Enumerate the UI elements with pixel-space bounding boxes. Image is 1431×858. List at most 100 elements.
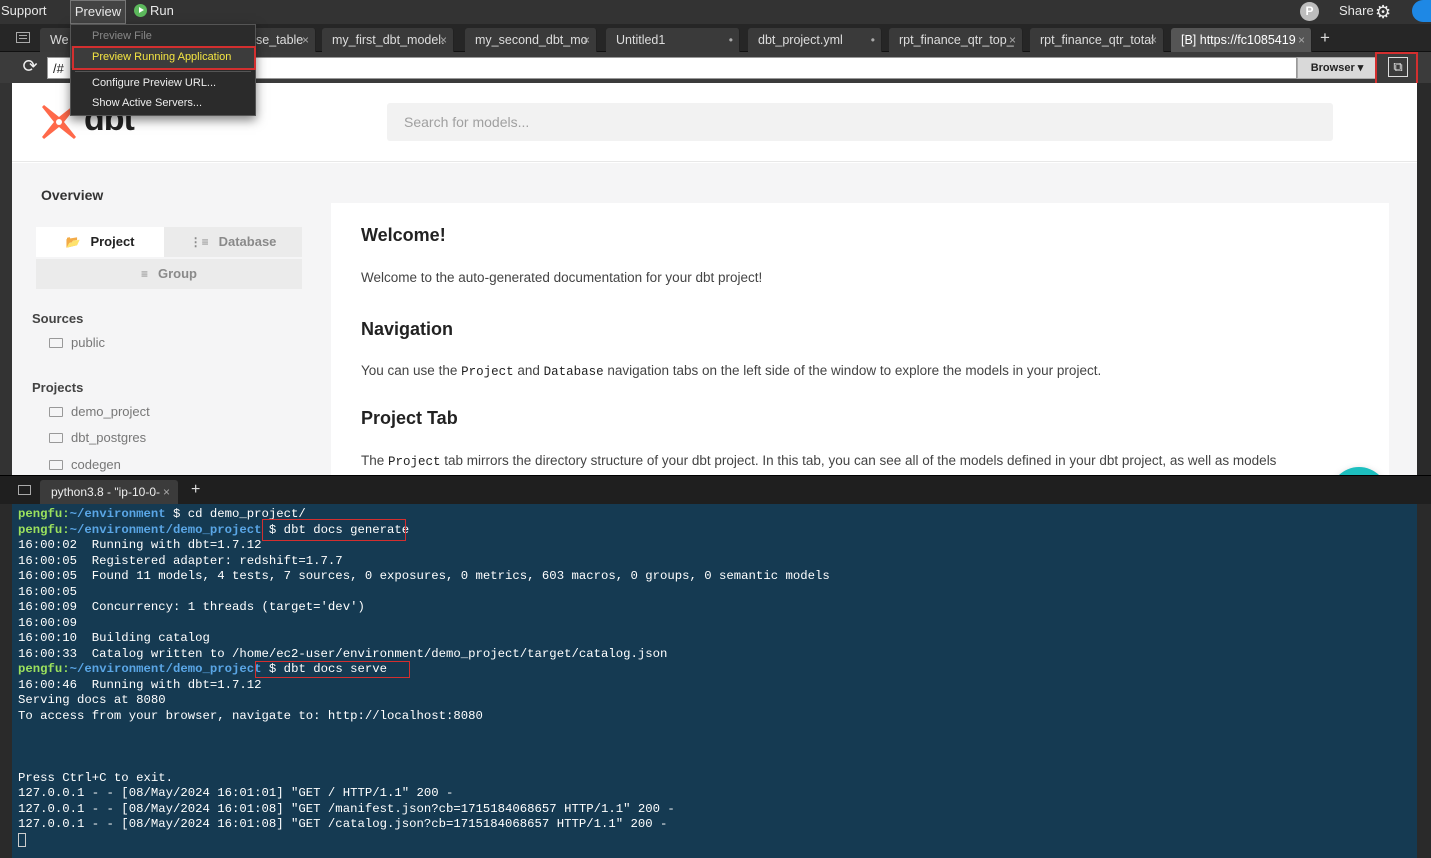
code-database: Database — [543, 365, 604, 379]
sidebar-item-label: codegen — [71, 457, 121, 472]
cursor-icon — [18, 832, 26, 847]
terminal-line: 16:00:05 Registered adapter: redshift=1.… — [18, 553, 343, 568]
docs-body: Overview 📂 Project ⋮≡ Database ≡ Group Sour… — [12, 163, 1417, 475]
terminal-line: pengfu:~/environment/demo_project $ dbt … — [18, 662, 1417, 678]
sidebar-item-demo-project[interactable]: demo_project — [49, 404, 150, 419]
refresh-icon[interactable]: ⟳ — [20, 56, 40, 76]
sidebar-item-dbt-postgres[interactable]: dbt_postgres — [49, 430, 146, 445]
terminal-line: 16:00:05 Found 11 models, 4 tests, 7 sou… — [18, 569, 830, 583]
prompt-path: ~/environment/demo_project — [69, 522, 262, 537]
close-icon[interactable]: • — [871, 28, 875, 52]
play-icon — [134, 4, 147, 17]
editor-tab-label: We — [50, 33, 69, 47]
editor-tab[interactable]: se_table × — [246, 28, 316, 52]
terminal-right-gutter — [1417, 504, 1431, 858]
menu-item-configure-preview-url[interactable]: Configure Preview URL... — [71, 72, 255, 94]
close-icon[interactable]: × — [583, 28, 590, 52]
tab-list-icon[interactable] — [16, 32, 30, 43]
editor-tab[interactable]: dbt_project.yml • — [748, 28, 882, 52]
prompt-colon: : — [62, 522, 70, 537]
menu-run[interactable]: Run — [134, 0, 174, 24]
editor-tab-label: rpt_finance_qtr_total — [1040, 33, 1154, 47]
tab-project[interactable]: 📂 Project — [36, 227, 164, 257]
welcome-title: Welcome! — [361, 225, 446, 245]
folder-icon — [49, 407, 63, 417]
folder-icon — [49, 433, 63, 443]
gear-icon[interactable]: ⚙ — [1375, 1, 1391, 23]
terminal-line: To access from your browser, navigate to… — [18, 708, 483, 723]
prompt-path: ~/environment — [69, 507, 166, 521]
close-icon[interactable]: × — [163, 480, 170, 505]
terminal-line: 127.0.0.1 - - [08/May/2024 16:01:08] "GE… — [18, 817, 668, 831]
editor-tab[interactable]: rpt_finance_qtr_top_ × — [889, 28, 1023, 52]
editor-tab-label: dbt_project.yml — [758, 33, 843, 47]
dbt-docs-preview: dbt Overview 📂Project ⋮≡Database ≡Group … — [12, 83, 1417, 475]
cloud-icon[interactable] — [1412, 0, 1431, 22]
tab-group[interactable]: ≡ Group — [36, 259, 302, 289]
pop-out-icon[interactable]: ⧉ — [1388, 57, 1408, 77]
sidebar-item-codegen[interactable]: codegen — [49, 457, 121, 472]
sources-heading: Sources — [32, 311, 84, 326]
terminal-line: Serving docs at 8080 — [18, 693, 166, 707]
terminal-line: 127.0.0.1 - - [08/May/2024 16:01:08] "GE… — [18, 801, 675, 816]
editor-tab[interactable]: my_second_dbt_mo × — [465, 28, 597, 52]
close-icon[interactable]: × — [440, 28, 447, 52]
editor-tab[interactable]: rpt_finance_qtr_total × — [1030, 28, 1164, 52]
terminal-output[interactable]: pengfu:~/environment $ cd demo_project/p… — [12, 504, 1417, 858]
command-text: $ dbt docs serve — [261, 662, 387, 676]
text-fragment: You can use the — [361, 363, 462, 378]
menu-item-show-active-servers[interactable]: Show Active Servers... — [71, 92, 255, 114]
close-icon[interactable]: × — [302, 28, 309, 52]
editor-tab-label: my_first_dbt_model. — [332, 33, 445, 47]
terminal-line: 16:00:10 Building catalog — [18, 631, 210, 645]
menu-preview[interactable]: Preview — [70, 0, 126, 24]
overview-content: Welcome! Welcome to the auto-generated d… — [331, 203, 1389, 475]
prompt-user: pengfu — [18, 662, 63, 676]
right-gutter — [1417, 83, 1431, 475]
terminal-line: 16:00:02 Running with dbt=1.7.12 — [18, 538, 262, 552]
new-tab-button[interactable]: + — [1320, 28, 1330, 48]
text-fragment: navigation tabs on the left side of the … — [603, 363, 1102, 378]
editor-tab[interactable]: [B] https://fc1085419 × — [1171, 28, 1312, 52]
menu-item-preview-file[interactable]: Preview File — [71, 25, 255, 47]
close-icon[interactable]: × — [1150, 28, 1157, 52]
tab-list-icon[interactable] — [18, 485, 31, 495]
terminal-line: 16:00:09 Concurrency: 1 threads (target=… — [18, 600, 365, 614]
close-icon[interactable]: × — [1298, 28, 1305, 52]
sidebar-item-label: dbt_postgres — [71, 430, 147, 445]
menu-item-preview-running-application[interactable]: Preview Running Application — [71, 46, 255, 68]
close-icon[interactable]: • — [729, 28, 733, 52]
overview-link[interactable]: Overview — [41, 187, 103, 203]
new-terminal-button[interactable]: + — [191, 481, 200, 499]
project-tab-title: Project Tab — [361, 408, 458, 428]
share-button[interactable]: Share — [1339, 0, 1374, 24]
terminal-line: 16:00:33 Catalog written to /home/ec2-us… — [18, 646, 668, 661]
command-text: $ dbt docs generate — [261, 522, 410, 537]
terminal-line: 16:00:46 Running with dbt=1.7.12 — [18, 677, 262, 692]
terminal-tab[interactable]: python3.8 - "ip-10-0- × — [40, 480, 178, 505]
sidebar-item-public[interactable]: public — [49, 335, 105, 350]
preview-menu-dropdown: Preview File Preview Running Application… — [70, 24, 256, 116]
search-input[interactable] — [387, 103, 1333, 141]
left-gutter — [0, 83, 12, 475]
editor-tab[interactable]: Untitled1 • — [606, 28, 740, 52]
projects-heading: Projects — [32, 380, 84, 395]
browser-select[interactable]: Browser ▾ — [1297, 57, 1377, 79]
menu-support[interactable]: Support — [1, 0, 47, 24]
close-icon[interactable]: × — [1009, 28, 1016, 52]
sidebar-item-label: demo_project — [71, 404, 150, 419]
prompt-user: pengfu — [18, 507, 63, 521]
sidebar-item-label: public — [71, 335, 105, 350]
terminal-tabbar: python3.8 - "ip-10-0- × + — [0, 475, 1431, 505]
terminal-tab-label: python3.8 - "ip-10-0- — [51, 485, 160, 499]
tab-project-label: Project — [90, 234, 135, 249]
tab-database-label: Database — [218, 234, 277, 249]
text-fragment: and — [513, 363, 544, 378]
editor-tab-label: [B] https://fc1085419 — [1181, 33, 1296, 47]
prompt-path: ~/environment/demo_project — [69, 662, 262, 676]
editor-tab[interactable]: my_first_dbt_model. × — [322, 28, 454, 52]
avatar[interactable]: P — [1300, 2, 1319, 21]
tab-database[interactable]: ⋮≡ Database — [164, 227, 302, 257]
